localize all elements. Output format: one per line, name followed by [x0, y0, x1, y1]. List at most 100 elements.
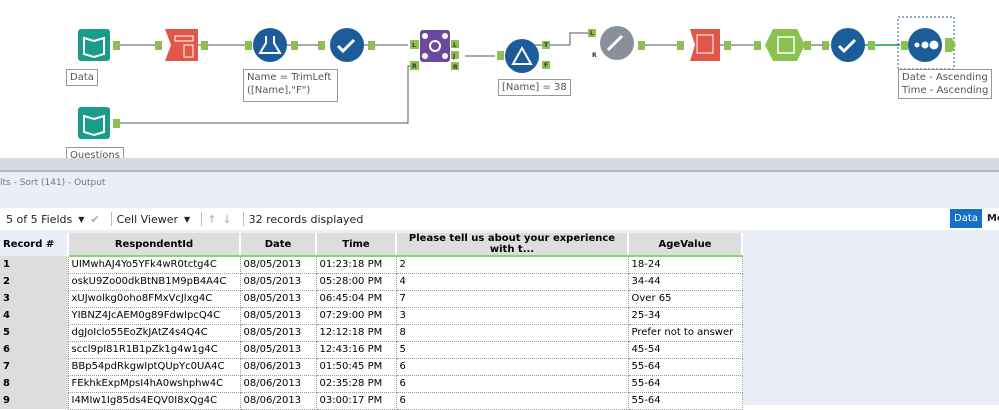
chevron-down-icon[interactable]: ▼ — [184, 215, 190, 224]
table-cell[interactable]: 34-44 — [627, 272, 743, 291]
table-cell[interactable]: 03:00:17 PM — [315, 391, 397, 410]
formula-label: Name = TrimLeft ([Name],"F") — [243, 69, 338, 102]
record-number[interactable]: 8 — [0, 375, 68, 392]
table-cell[interactable]: UIMwhAJ4Yo5YFk4wR0tctg4C — [67, 255, 241, 274]
chevron-down-icon[interactable]: ▼ — [78, 215, 84, 224]
table-cell[interactable]: 7 — [395, 289, 629, 308]
record-number[interactable]: 5 — [0, 324, 68, 341]
table-cell[interactable]: 08/05/2013 — [239, 289, 317, 308]
cell-viewer-dropdown[interactable]: Cell Viewer — [117, 213, 178, 226]
table-cell[interactable]: 07:29:00 PM — [315, 306, 397, 325]
fields-dropdown[interactable]: 5 of 5 Fields — [6, 213, 72, 226]
table-cell[interactable]: 08/06/2013 — [239, 391, 317, 410]
table-cell[interactable]: sccl9pI81R1B1pZk1g4w1g4C — [67, 340, 241, 359]
record-number[interactable]: 2 — [0, 273, 68, 290]
table-cell[interactable]: 55-64 — [627, 357, 743, 376]
record-number[interactable]: 6 — [0, 341, 68, 358]
table-cell[interactable]: 08/05/2013 — [239, 272, 317, 291]
table-cell[interactable]: 4 — [395, 272, 629, 291]
table-cell[interactable]: 01:50:45 PM — [315, 357, 397, 376]
column-header[interactable]: Record # — [0, 233, 69, 256]
record-number[interactable]: 3 — [0, 290, 68, 307]
table-cell[interactable]: oskU9Zo00dkBtNB1M9pB4A4C — [67, 272, 241, 291]
join-tool[interactable] — [420, 30, 450, 62]
table-cell[interactable]: 6 — [395, 374, 629, 393]
workflow-canvas[interactable]: L R L J R T F L R Data Name = TrimLeft (… — [0, 0, 999, 160]
arrow-down-icon[interactable]: ↓ — [222, 213, 231, 226]
table-row[interactable]: 8 FEkhkExpMpsI4hA0wshphw4C 08/06/2013 02:35… — [0, 374, 743, 393]
filter-tool[interactable] — [505, 39, 539, 73]
divider — [110, 212, 112, 226]
table-cell[interactable]: FEkhkExpMpsI4hA0wshphw4C — [67, 374, 241, 393]
column-header[interactable]: Date — [240, 233, 317, 257]
table-cell[interactable]: Over 65 — [627, 289, 743, 308]
record-number[interactable]: 4 — [0, 307, 68, 324]
filter-port-f: F — [544, 62, 548, 69]
table-row[interactable]: 4 YIBNZ4JcAEM0g89FdwIpcQ4C 08/05/2013 07:29… — [0, 306, 743, 325]
column-header[interactable]: AgeValue — [628, 233, 743, 257]
filter-label: [Name] = 38 — [498, 79, 571, 96]
table-cell[interactable]: YIBNZ4JcAEM0g89FdwIpcQ4C — [67, 306, 241, 325]
table-cell[interactable]: 08/05/2013 — [239, 255, 317, 274]
table-cell[interactable]: 25-34 — [627, 306, 743, 325]
sort-label: Date - Ascending Time - Ascending — [898, 69, 993, 99]
table-cell[interactable]: 18-24 — [627, 255, 743, 274]
record-count: 32 records displayed — [248, 212, 364, 226]
tab-metadata[interactable]: Me — [983, 209, 999, 228]
data-input-tool[interactable] — [78, 29, 110, 61]
crosstab-tool[interactable] — [690, 29, 720, 61]
column-header[interactable]: Please tell us about your experience wit… — [396, 233, 629, 257]
panel-splitter[interactable] — [0, 158, 999, 172]
arrow-up-icon[interactable]: ↑ — [207, 213, 216, 226]
table-row[interactable]: 1 UIMwhAJ4Yo5YFk4wR0tctg4C 08/05/2013 01:23… — [0, 255, 743, 274]
select-tool-2[interactable] — [831, 28, 865, 62]
table-row[interactable]: 9 I4MIw1Ig85ds4EQV0I8xQg4C 08/06/2013 03:00… — [0, 391, 743, 410]
append-fields-tool[interactable] — [600, 26, 634, 60]
table-row[interactable]: 3 xUJwolkg0oho8FMxVcJlxg4C 08/05/2013 06:45… — [0, 289, 743, 308]
table-cell[interactable]: 08/05/2013 — [239, 340, 317, 359]
table-cell[interactable]: 5 — [395, 340, 629, 359]
record-number[interactable]: 7 — [0, 358, 68, 375]
questions-input-tool[interactable] — [78, 107, 110, 139]
table-cell[interactable]: 45-54 — [627, 340, 743, 359]
record-number[interactable]: 1 — [0, 256, 68, 273]
table-row[interactable]: 7 BBp54pdRkgwIptQUpYc0UA4C 08/06/2013 01:50… — [0, 357, 743, 376]
column-header[interactable]: Time — [316, 233, 397, 257]
table-cell[interactable]: 01:23:18 PM — [315, 255, 397, 274]
table-cell[interactable]: 06:45:04 PM — [315, 289, 397, 308]
summarize-tool[interactable] — [765, 29, 805, 61]
table-cell[interactable]: 6 — [395, 357, 629, 376]
tab-data[interactable]: Data — [950, 209, 982, 228]
table-cell[interactable]: BBp54pdRkgwIptQUpYc0UA4C — [67, 357, 241, 376]
table-cell[interactable]: 3 — [395, 306, 629, 325]
table-cell[interactable]: xUJwolkg0oho8FMxVcJlxg4C — [67, 289, 241, 308]
table-cell[interactable]: 05:28:00 PM — [315, 272, 397, 291]
table-cell[interactable]: 2 — [395, 255, 629, 274]
table-row[interactable]: 2 oskU9Zo00dkBtNB1M9pB4A4C 08/05/2013 05:28… — [0, 272, 743, 291]
table-cell[interactable]: 55-64 — [627, 374, 743, 393]
column-header[interactable]: RespondentId — [68, 233, 241, 257]
formula-tool[interactable] — [253, 28, 287, 62]
table-cell[interactable]: 8 — [395, 323, 629, 342]
table-cell[interactable]: I4MIw1Ig85ds4EQV0I8xQg4C — [67, 391, 241, 410]
table-cell[interactable]: 08/06/2013 — [239, 374, 317, 393]
table-cell[interactable]: 12:12:18 PM — [315, 323, 397, 342]
table-cell[interactable]: 12:43:16 PM — [315, 340, 397, 359]
table-cell[interactable]: 02:35:28 PM — [315, 374, 397, 393]
table-cell[interactable]: 08/06/2013 — [239, 357, 317, 376]
append-port-r: R — [592, 52, 597, 59]
table-cell[interactable]: 55-64 — [627, 391, 743, 410]
join-out-l: L — [453, 42, 457, 49]
select-tool[interactable] — [330, 28, 364, 62]
table-cell[interactable]: 08/05/2013 — [239, 306, 317, 325]
checkmark-icon[interactable]: ✔ — [90, 213, 99, 226]
table-cell[interactable]: dgJoIclo55EoZkJAtZ4s4Q4C — [67, 323, 241, 342]
table-cell[interactable]: 6 — [395, 391, 629, 410]
results-panel: lts - Sort (141) - Output 5 of 5 Fields … — [0, 172, 999, 410]
table-cell[interactable]: Prefer not to answer — [627, 323, 743, 342]
table-row[interactable]: 5 dgJoIclo55EoZkJAtZ4s4Q4C 08/05/2013 12:12… — [0, 323, 743, 342]
table-row[interactable]: 6 sccl9pI81R1B1pZk1g4w1g4C 08/05/2013 12:43… — [0, 340, 743, 359]
table-cell[interactable]: 08/05/2013 — [239, 323, 317, 342]
record-number[interactable]: 9 — [0, 392, 68, 409]
select-tool-red[interactable] — [165, 29, 198, 61]
